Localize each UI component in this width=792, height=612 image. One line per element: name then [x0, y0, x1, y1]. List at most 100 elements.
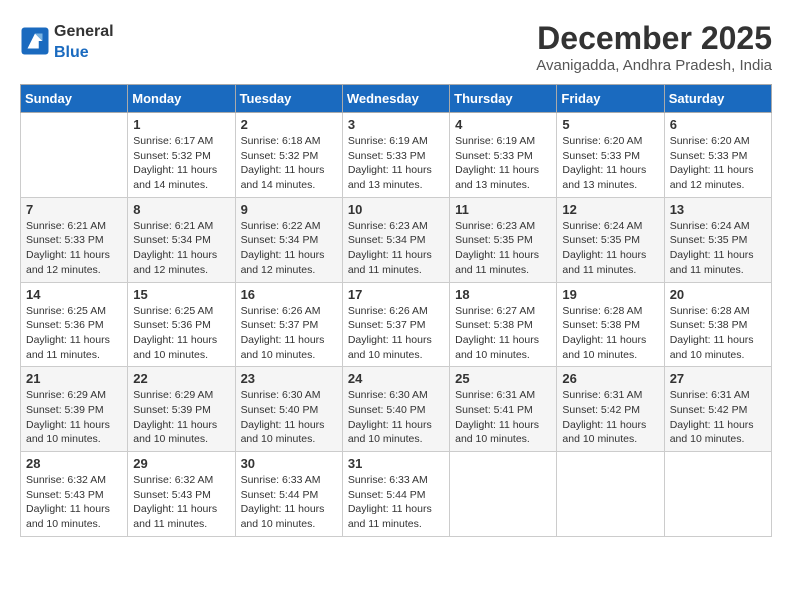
sunrise-text: Sunrise: 6:19 AM — [348, 135, 428, 147]
day-info: Sunrise: 6:29 AM Sunset: 5:39 PM Dayligh… — [26, 388, 122, 447]
sunset-text: Sunset: 5:34 PM — [133, 234, 211, 246]
sunset-text: Sunset: 5:40 PM — [241, 404, 319, 416]
day-number: 27 — [670, 371, 766, 386]
day-info: Sunrise: 6:26 AM Sunset: 5:37 PM Dayligh… — [348, 304, 444, 363]
day-info: Sunrise: 6:23 AM Sunset: 5:35 PM Dayligh… — [455, 219, 551, 278]
sunrise-text: Sunrise: 6:27 AM — [455, 305, 535, 317]
sunset-text: Sunset: 5:37 PM — [241, 319, 319, 331]
daylight-text: Daylight: 11 hours and 10 minutes. — [133, 334, 217, 361]
calendar-cell — [450, 452, 557, 537]
sunset-text: Sunset: 5:38 PM — [670, 319, 748, 331]
sunset-text: Sunset: 5:33 PM — [348, 150, 426, 162]
day-info: Sunrise: 6:19 AM Sunset: 5:33 PM Dayligh… — [348, 134, 444, 193]
calendar-cell: 9 Sunrise: 6:22 AM Sunset: 5:34 PM Dayli… — [235, 197, 342, 282]
calendar-cell: 17 Sunrise: 6:26 AM Sunset: 5:37 PM Dayl… — [342, 282, 449, 367]
calendar-cell — [21, 113, 128, 198]
sunrise-text: Sunrise: 6:25 AM — [26, 305, 106, 317]
day-number: 11 — [455, 202, 551, 217]
day-info: Sunrise: 6:23 AM Sunset: 5:34 PM Dayligh… — [348, 219, 444, 278]
sunset-text: Sunset: 5:35 PM — [670, 234, 748, 246]
sunrise-text: Sunrise: 6:22 AM — [241, 220, 321, 232]
sunset-text: Sunset: 5:44 PM — [241, 489, 319, 501]
day-info: Sunrise: 6:31 AM Sunset: 5:42 PM Dayligh… — [562, 388, 658, 447]
day-info: Sunrise: 6:33 AM Sunset: 5:44 PM Dayligh… — [241, 473, 337, 532]
day-info: Sunrise: 6:20 AM Sunset: 5:33 PM Dayligh… — [562, 134, 658, 193]
calendar-cell: 3 Sunrise: 6:19 AM Sunset: 5:33 PM Dayli… — [342, 113, 449, 198]
logo: General Blue — [20, 20, 114, 62]
day-number: 23 — [241, 371, 337, 386]
sunset-text: Sunset: 5:32 PM — [241, 150, 319, 162]
daylight-text: Daylight: 11 hours and 10 minutes. — [133, 419, 217, 446]
sunset-text: Sunset: 5:32 PM — [133, 150, 211, 162]
calendar-cell: 4 Sunrise: 6:19 AM Sunset: 5:33 PM Dayli… — [450, 113, 557, 198]
logo-general-text: General — [54, 23, 114, 40]
calendar-cell: 8 Sunrise: 6:21 AM Sunset: 5:34 PM Dayli… — [128, 197, 235, 282]
calendar-cell: 14 Sunrise: 6:25 AM Sunset: 5:36 PM Dayl… — [21, 282, 128, 367]
sunset-text: Sunset: 5:43 PM — [26, 489, 104, 501]
daylight-text: Daylight: 11 hours and 11 minutes. — [455, 249, 539, 276]
calendar-cell: 24 Sunrise: 6:30 AM Sunset: 5:40 PM Dayl… — [342, 367, 449, 452]
calendar-cell: 13 Sunrise: 6:24 AM Sunset: 5:35 PM Dayl… — [664, 197, 771, 282]
daylight-text: Daylight: 11 hours and 10 minutes. — [241, 334, 325, 361]
daylight-text: Daylight: 11 hours and 10 minutes. — [241, 503, 325, 530]
day-number: 29 — [133, 456, 229, 471]
daylight-text: Daylight: 11 hours and 10 minutes. — [348, 419, 432, 446]
sunset-text: Sunset: 5:39 PM — [26, 404, 104, 416]
day-info: Sunrise: 6:28 AM Sunset: 5:38 PM Dayligh… — [562, 304, 658, 363]
day-number: 15 — [133, 287, 229, 302]
weekday-header-thursday: Thursday — [450, 85, 557, 113]
calendar-cell — [557, 452, 664, 537]
day-info: Sunrise: 6:26 AM Sunset: 5:37 PM Dayligh… — [241, 304, 337, 363]
calendar-cell: 18 Sunrise: 6:27 AM Sunset: 5:38 PM Dayl… — [450, 282, 557, 367]
calendar-cell: 29 Sunrise: 6:32 AM Sunset: 5:43 PM Dayl… — [128, 452, 235, 537]
sunrise-text: Sunrise: 6:26 AM — [348, 305, 428, 317]
day-number: 12 — [562, 202, 658, 217]
calendar-cell — [664, 452, 771, 537]
calendar-week-row: 14 Sunrise: 6:25 AM Sunset: 5:36 PM Dayl… — [21, 282, 772, 367]
sunrise-text: Sunrise: 6:30 AM — [348, 389, 428, 401]
day-info: Sunrise: 6:22 AM Sunset: 5:34 PM Dayligh… — [241, 219, 337, 278]
sunset-text: Sunset: 5:33 PM — [26, 234, 104, 246]
sunrise-text: Sunrise: 6:28 AM — [670, 305, 750, 317]
logo-icon — [20, 26, 50, 56]
sunrise-text: Sunrise: 6:25 AM — [133, 305, 213, 317]
sunrise-text: Sunrise: 6:20 AM — [670, 135, 750, 147]
sunrise-text: Sunrise: 6:29 AM — [26, 389, 106, 401]
weekday-header-row: SundayMondayTuesdayWednesdayThursdayFrid… — [21, 85, 772, 113]
sunrise-text: Sunrise: 6:32 AM — [133, 474, 213, 486]
daylight-text: Daylight: 11 hours and 11 minutes. — [348, 249, 432, 276]
calendar-cell: 31 Sunrise: 6:33 AM Sunset: 5:44 PM Dayl… — [342, 452, 449, 537]
sunrise-text: Sunrise: 6:33 AM — [348, 474, 428, 486]
day-number: 19 — [562, 287, 658, 302]
sunrise-text: Sunrise: 6:17 AM — [133, 135, 213, 147]
sunrise-text: Sunrise: 6:24 AM — [670, 220, 750, 232]
day-info: Sunrise: 6:29 AM Sunset: 5:39 PM Dayligh… — [133, 388, 229, 447]
calendar-week-row: 28 Sunrise: 6:32 AM Sunset: 5:43 PM Dayl… — [21, 452, 772, 537]
day-number: 7 — [26, 202, 122, 217]
day-number: 13 — [670, 202, 766, 217]
calendar-cell: 26 Sunrise: 6:31 AM Sunset: 5:42 PM Dayl… — [557, 367, 664, 452]
daylight-text: Daylight: 11 hours and 10 minutes. — [348, 334, 432, 361]
sunrise-text: Sunrise: 6:29 AM — [133, 389, 213, 401]
calendar-cell: 10 Sunrise: 6:23 AM Sunset: 5:34 PM Dayl… — [342, 197, 449, 282]
day-number: 17 — [348, 287, 444, 302]
sunset-text: Sunset: 5:41 PM — [455, 404, 533, 416]
daylight-text: Daylight: 11 hours and 13 minutes. — [348, 164, 432, 191]
day-number: 5 — [562, 117, 658, 132]
sunset-text: Sunset: 5:37 PM — [348, 319, 426, 331]
daylight-text: Daylight: 11 hours and 14 minutes. — [241, 164, 325, 191]
weekday-header-saturday: Saturday — [664, 85, 771, 113]
daylight-text: Daylight: 11 hours and 12 minutes. — [133, 249, 217, 276]
day-number: 16 — [241, 287, 337, 302]
sunset-text: Sunset: 5:42 PM — [670, 404, 748, 416]
sunset-text: Sunset: 5:34 PM — [348, 234, 426, 246]
day-number: 24 — [348, 371, 444, 386]
sunrise-text: Sunrise: 6:28 AM — [562, 305, 642, 317]
sunrise-text: Sunrise: 6:24 AM — [562, 220, 642, 232]
daylight-text: Daylight: 11 hours and 10 minutes. — [26, 503, 110, 530]
daylight-text: Daylight: 11 hours and 10 minutes. — [455, 419, 539, 446]
sunrise-text: Sunrise: 6:18 AM — [241, 135, 321, 147]
daylight-text: Daylight: 11 hours and 10 minutes. — [26, 419, 110, 446]
sunrise-text: Sunrise: 6:31 AM — [455, 389, 535, 401]
calendar-table: SundayMondayTuesdayWednesdayThursdayFrid… — [20, 84, 772, 537]
